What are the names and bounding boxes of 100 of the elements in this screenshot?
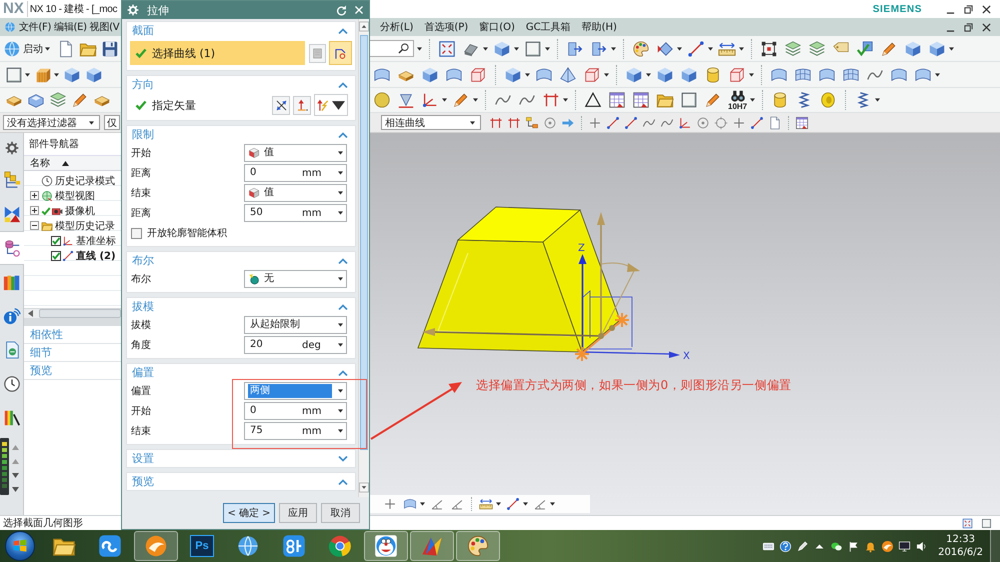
column-header[interactable]: 名称 bbox=[24, 155, 121, 171]
plus-icon[interactable] bbox=[383, 497, 397, 511]
page-icon[interactable] bbox=[57, 40, 75, 58]
group-title[interactable]: 预览 bbox=[132, 474, 154, 489]
caret-icon[interactable] bbox=[563, 98, 568, 102]
line-icon[interactable] bbox=[606, 116, 620, 130]
selection-step[interactable]: 选择曲线 (1) bbox=[130, 41, 305, 65]
vector-dropdown[interactable] bbox=[314, 94, 348, 116]
caret-icon[interactable] bbox=[550, 502, 555, 506]
group-title[interactable]: 拔模 bbox=[132, 299, 154, 314]
show-desktop-button[interactable] bbox=[990, 530, 1000, 562]
group-title[interactable]: 偏置 bbox=[132, 365, 154, 380]
menu-item[interactable]: GC工具箱 bbox=[526, 20, 571, 34]
caret-icon[interactable] bbox=[420, 502, 425, 506]
clock-time[interactable]: 12:33 bbox=[946, 533, 975, 546]
menu-item[interactable]: 视图(V bbox=[90, 20, 120, 34]
caret-icon[interactable] bbox=[611, 46, 616, 50]
unit-dropdown[interactable]: mm bbox=[302, 406, 343, 416]
posts-icon[interactable] bbox=[507, 116, 521, 130]
plus-icon[interactable] bbox=[588, 116, 602, 130]
caret-icon[interactable] bbox=[875, 98, 880, 102]
tree-item[interactable]: 历史记录模式 bbox=[55, 174, 115, 188]
close-icon[interactable] bbox=[982, 4, 991, 14]
caret-icon[interactable] bbox=[604, 72, 609, 76]
square-icon[interactable] bbox=[981, 518, 992, 528]
speaker-icon[interactable] bbox=[915, 540, 928, 552]
palette-icon[interactable] bbox=[632, 40, 650, 58]
unit-dropdown[interactable]: mm bbox=[302, 426, 343, 436]
restore-icon[interactable] bbox=[964, 22, 973, 32]
caret-icon[interactable] bbox=[646, 72, 651, 76]
bell-icon[interactable] bbox=[864, 540, 878, 552]
axes-icon[interactable] bbox=[678, 116, 692, 130]
caret-icon[interactable] bbox=[25, 72, 30, 76]
cube-icon[interactable] bbox=[680, 66, 698, 84]
icon-button[interactable] bbox=[272, 96, 290, 114]
scroll-up-icon[interactable] bbox=[359, 21, 369, 32]
group-title[interactable]: 布尔 bbox=[132, 253, 154, 268]
expander-icon[interactable] bbox=[30, 206, 39, 215]
drag-handle-arrow[interactable] bbox=[597, 212, 605, 336]
scroll-down-icon[interactable] bbox=[359, 482, 369, 493]
group-title[interactable]: 方向 bbox=[132, 77, 154, 92]
scrollbar[interactable] bbox=[358, 19, 369, 497]
caret-icon[interactable] bbox=[483, 46, 488, 50]
caret-icon[interactable] bbox=[935, 72, 940, 76]
line-icon[interactable] bbox=[750, 116, 764, 130]
node-frame-icon[interactable] bbox=[760, 40, 778, 58]
cube-icon[interactable] bbox=[63, 66, 81, 84]
square-icon[interactable] bbox=[5, 66, 23, 84]
cube-icon[interactable] bbox=[904, 40, 922, 58]
cube-icon[interactable] bbox=[493, 40, 511, 58]
scroll-thumb[interactable] bbox=[39, 309, 121, 318]
tree-item[interactable]: 摄像机 bbox=[65, 204, 95, 218]
number-field[interactable]: 0 mm bbox=[244, 402, 347, 420]
dialog-button[interactable]: 取消 bbox=[321, 503, 360, 523]
expander-icon[interactable] bbox=[30, 191, 39, 200]
caret-icon[interactable] bbox=[523, 502, 528, 506]
square-icon[interactable] bbox=[524, 40, 542, 58]
caret-icon[interactable] bbox=[473, 98, 478, 102]
table-icon[interactable] bbox=[632, 91, 650, 109]
unit-dropdown[interactable]: deg bbox=[302, 340, 343, 350]
number-field[interactable]: 20 deg bbox=[244, 336, 347, 354]
collapse-icon[interactable] bbox=[338, 258, 348, 264]
unit-dropdown[interactable]: mm bbox=[302, 208, 343, 218]
collapse-icon[interactable] bbox=[338, 28, 348, 34]
pencil-icon[interactable] bbox=[71, 91, 89, 109]
group-title[interactable]: 截面 bbox=[132, 23, 154, 38]
checkbox[interactable] bbox=[51, 236, 61, 246]
caret-icon[interactable] bbox=[949, 46, 954, 50]
taskbar-button[interactable]: Ps bbox=[180, 531, 224, 561]
start-orb-button[interactable] bbox=[5, 531, 35, 561]
group-title[interactable]: 设置 bbox=[132, 451, 154, 466]
caret-icon[interactable] bbox=[739, 46, 744, 50]
value-dropdown[interactable]: 值 bbox=[244, 184, 347, 202]
cylinder-icon[interactable] bbox=[704, 66, 722, 84]
icon-button[interactable] bbox=[293, 96, 311, 114]
tree-item[interactable]: 直线 (2) bbox=[76, 248, 116, 262]
layers-icon[interactable] bbox=[784, 40, 802, 58]
cube-icon[interactable] bbox=[625, 66, 643, 84]
flag-icon[interactable] bbox=[847, 540, 860, 552]
menu-item[interactable]: 文件(F) bbox=[19, 20, 52, 34]
door-arrow-icon[interactable] bbox=[566, 40, 584, 58]
tree-item[interactable]: 模型历史记录 bbox=[55, 218, 115, 232]
caret-icon[interactable] bbox=[442, 98, 447, 102]
layers-icon[interactable] bbox=[808, 40, 826, 58]
wire-cube-icon[interactable] bbox=[469, 66, 487, 84]
pen-icon[interactable] bbox=[796, 540, 810, 552]
frame-icon[interactable] bbox=[962, 518, 973, 528]
caret-icon[interactable] bbox=[545, 46, 550, 50]
ball-icon[interactable] bbox=[881, 540, 894, 552]
restore-icon[interactable] bbox=[964, 4, 973, 14]
cube-icon[interactable] bbox=[928, 40, 946, 58]
door-arrow-icon[interactable] bbox=[590, 40, 608, 58]
caret-icon[interactable] bbox=[749, 72, 754, 76]
taskbar-button[interactable] bbox=[364, 531, 408, 561]
collapse-icon[interactable] bbox=[338, 370, 348, 376]
taskbar-button[interactable] bbox=[134, 531, 178, 561]
reset-icon[interactable] bbox=[336, 4, 347, 16]
menu-item[interactable]: 编辑(E) bbox=[54, 20, 87, 34]
cube-icon[interactable] bbox=[421, 66, 439, 84]
scroll-thumb[interactable] bbox=[360, 35, 368, 450]
